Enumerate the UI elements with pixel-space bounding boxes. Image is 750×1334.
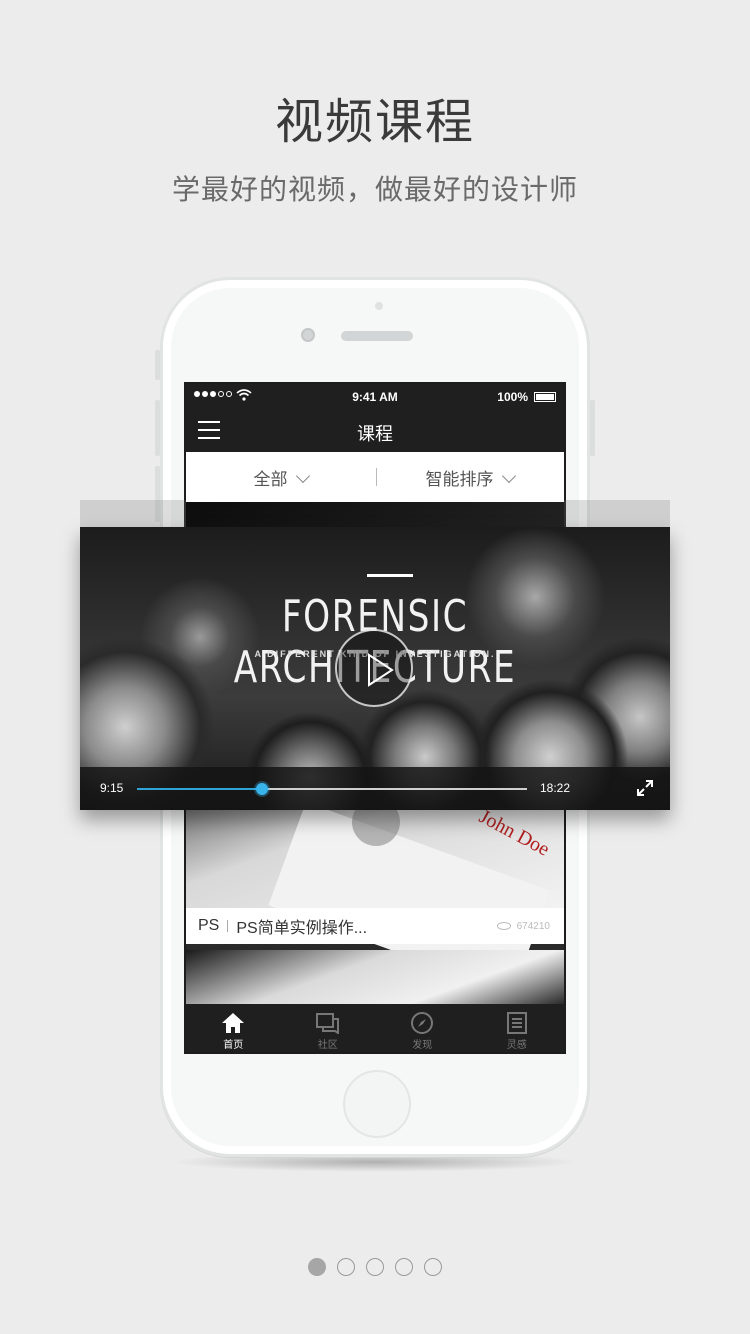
course-title: PS简单实例操作... (236, 920, 368, 937)
seek-bar[interactable] (137, 783, 527, 795)
page-dot[interactable] (366, 1258, 384, 1276)
seek-progress (137, 788, 262, 790)
volume-up-button (155, 400, 160, 456)
battery-percent: 100% (497, 390, 528, 404)
video-perspective-shade (80, 500, 186, 528)
page-dot[interactable] (424, 1258, 442, 1276)
tab-inspiration-label: 灵感 (506, 1040, 527, 1051)
promo-subline: 学最好的视频，做最好的设计师 (171, 174, 578, 205)
page-dot[interactable] (308, 1258, 326, 1276)
mute-switch (155, 350, 160, 380)
video-player[interactable]: FORENSIC ARCHITECTURE A DIFFERENT KIND O… (80, 527, 670, 810)
chevron-down-icon (295, 468, 310, 483)
tab-home-label: 首页 (223, 1040, 244, 1051)
chat-icon (315, 1013, 339, 1034)
view-count: 674210 (496, 920, 550, 932)
video-controls: 9:15 18:22 (80, 767, 670, 810)
status-bar: 9:41 AM 100% (186, 384, 564, 410)
page-indicator (308, 1258, 442, 1276)
tab-home[interactable]: 首页 (186, 1004, 281, 1052)
play-button[interactable] (335, 629, 413, 707)
title-accent-line (367, 574, 413, 577)
power-button (590, 400, 595, 456)
filter-bar: 全部 智能排序 (186, 452, 564, 502)
tab-bar: 首页 社区 发现 灵感 (186, 1004, 565, 1052)
current-time: 9:15 (100, 781, 124, 795)
tab-discover[interactable]: 发现 (375, 1004, 470, 1052)
course-tag: PS (198, 917, 220, 934)
seek-handle[interactable] (255, 783, 268, 795)
battery-icon (534, 392, 556, 402)
caption-divider (227, 920, 229, 932)
filter-sort-label: 智能排序 (425, 469, 494, 489)
filter-divider (376, 468, 377, 486)
page-title: 课程 (357, 424, 393, 444)
home-button[interactable] (343, 1070, 411, 1138)
fullscreen-icon[interactable] (636, 779, 654, 797)
filter-all-label: 全部 (253, 469, 288, 489)
compass-icon (411, 1012, 434, 1034)
tab-inspiration[interactable]: 灵感 (470, 1004, 565, 1052)
notebook-icon (506, 1012, 527, 1034)
play-icon (368, 653, 394, 687)
earpiece-speaker (341, 331, 413, 341)
course-card-caption[interactable]: PS PS简单实例操作... 674210 (186, 908, 564, 944)
eye-icon (496, 922, 511, 930)
page-dot[interactable] (395, 1258, 413, 1276)
nav-bar: 课程 (186, 410, 564, 452)
filter-all-dropdown[interactable]: 全部 (186, 465, 375, 490)
front-camera (301, 328, 315, 342)
filter-sort-dropdown[interactable]: 智能排序 (375, 465, 564, 490)
tab-community-label: 社区 (317, 1040, 338, 1051)
promo-headline: 视频课程 (274, 96, 475, 149)
artwork-text: John Doe (475, 805, 554, 861)
chevron-down-icon (501, 468, 516, 483)
video-perspective-shade (564, 500, 670, 528)
page-dot[interactable] (337, 1258, 355, 1276)
view-count-value: 674210 (516, 920, 550, 932)
course-card-thumbnail-next[interactable] (186, 950, 564, 1006)
tab-discover-label: 发现 (412, 1040, 433, 1051)
total-time: 18:22 (540, 781, 571, 795)
home-icon (222, 1013, 245, 1033)
tab-community[interactable]: 社区 (281, 1004, 376, 1052)
proximity-sensor (375, 302, 383, 310)
